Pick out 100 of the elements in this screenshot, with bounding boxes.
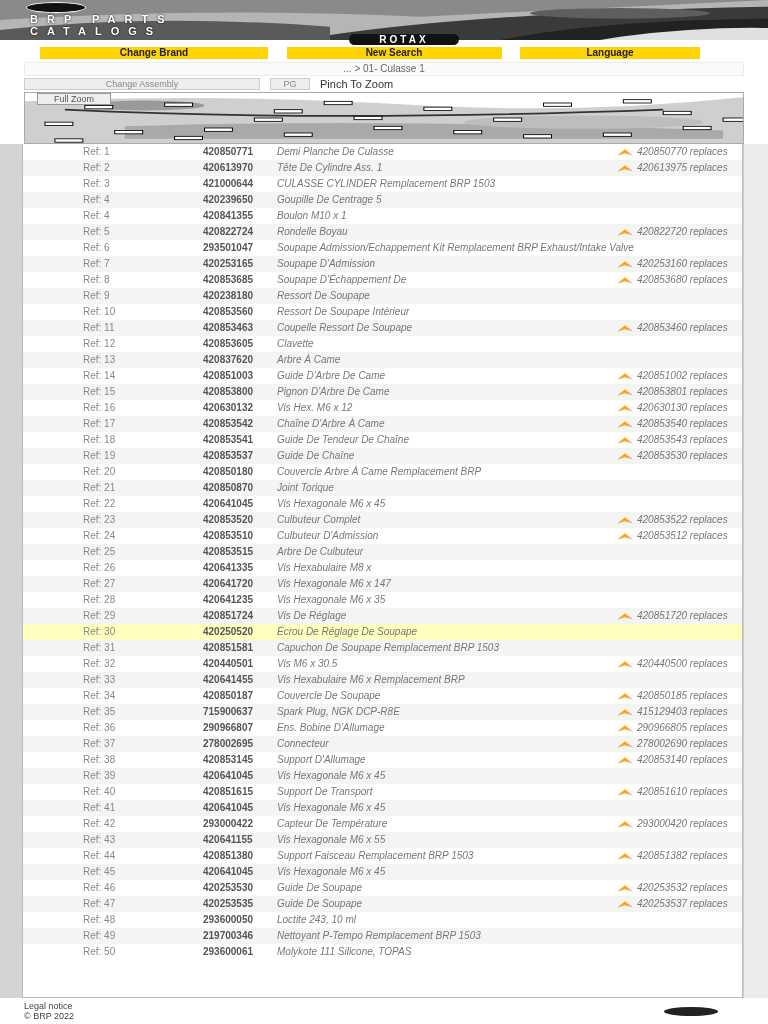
part-row[interactable]: Ref: 49 219700346 Nettoyant P-Tempo Remplacement BRP 1503 <box>23 928 742 944</box>
arrow-icon <box>617 788 633 796</box>
part-row[interactable]: Ref: 37 278002695 Connecteur 278002690 replaces <box>23 736 742 752</box>
part-description: Pignon D'Arbre De Came <box>277 386 391 398</box>
arrow-icon <box>617 884 633 892</box>
part-description: Ressort De Soupape Intérieur <box>277 306 411 318</box>
part-number: 420250520 <box>203 626 255 638</box>
part-row[interactable]: Ref: 41 420641045 Vis Hexagonale M6 x 45 <box>23 800 742 816</box>
ref-number: Ref: 2 <box>83 162 111 174</box>
ref-number: Ref: 15 <box>83 386 117 398</box>
part-number: 420253535 <box>203 898 255 910</box>
part-number: 420853145 <box>203 754 255 766</box>
part-row[interactable]: Ref: 33 420641455 Vis Hexabulaire M6 x Remplacement BRP <box>23 672 742 688</box>
part-row[interactable]: Ref: 15 420853800 Pignon D'Arbre De Came 420853801 replaces <box>23 384 742 400</box>
logo-icon <box>26 2 86 13</box>
part-number: 420853605 <box>203 338 255 350</box>
part-row[interactable]: Ref: 5 420822724 Rondelle Boyau 420822720 replaces <box>23 224 742 240</box>
part-description: Vis Hexabulaire M6 x Remplacement BRP <box>277 674 466 686</box>
part-description: Culbuteur D'Admission <box>277 530 380 542</box>
ref-number: Ref: 10 <box>83 306 117 318</box>
replaces-text: 420853543 replaces <box>637 434 728 446</box>
full-zoom-button[interactable]: Full Zoom <box>37 93 111 105</box>
replaces-text: 290966805 replaces <box>637 722 728 734</box>
part-number: 420239650 <box>203 194 255 206</box>
replaces-text: 420851610 replaces <box>637 786 728 798</box>
ref-number: Ref: 34 <box>83 690 117 702</box>
part-row[interactable]: Ref: 13 420837620 Arbre À Came <box>23 352 742 368</box>
part-description: Support Faisceau Remplacement BRP 1503 <box>277 850 475 862</box>
part-description: Vis Hexagonale M6 x 45 <box>277 498 387 510</box>
part-description: Couvercle De Soupape <box>277 690 382 702</box>
part-row[interactable]: Ref: 45 420641045 Vis Hexagonale M6 x 45 <box>23 864 742 880</box>
part-row[interactable]: Ref: 29 420851724 Vis De Réglage 420851720 replaces <box>23 608 742 624</box>
arrow-icon <box>617 452 633 460</box>
part-row[interactable]: Ref: 27 420641720 Vis Hexagonale M6 x 147 <box>23 576 742 592</box>
site-title: BRP PARTS <box>30 13 174 25</box>
part-description: Nettoyant P-Tempo Remplacement BRP 1503 <box>277 930 482 942</box>
brand-logo: ROTAX <box>349 34 459 45</box>
part-row[interactable]: Ref: 39 420641045 Vis Hexagonale M6 x 45 <box>23 768 742 784</box>
replaces-text: 420253537 replaces <box>637 898 728 910</box>
ref-number: Ref: 1 <box>83 146 111 158</box>
scrollbar[interactable] <box>743 144 768 998</box>
replaces-text: 420850185 replaces <box>637 690 728 702</box>
ref-number: Ref: 36 <box>83 722 117 734</box>
part-number: 420853537 <box>203 450 255 462</box>
part-row[interactable]: Ref: 21 420850870 Joint Torique <box>23 480 742 496</box>
part-row[interactable]: Ref: 7 420253165 Soupape D'Admission 420253160 replaces <box>23 256 742 272</box>
part-row[interactable]: Ref: 19 420853537 Guide De Chaîne 420853530 replaces <box>23 448 742 464</box>
nav-button[interactable]: Change Brand <box>40 47 268 59</box>
breadcrumb[interactable]: ... > 01- Culasse 1 <box>24 62 744 76</box>
ref-number: Ref: 27 <box>83 578 117 590</box>
part-number: 420851581 <box>203 642 255 654</box>
ref-number: Ref: 40 <box>83 786 117 798</box>
part-row[interactable]: Ref: 17 420853542 Chaîne D'Arbre À Came 420853540 replaces <box>23 416 742 432</box>
part-row[interactable]: Ref: 9 420238180 Ressort De Soupape <box>23 288 742 304</box>
arrow-icon <box>617 852 633 860</box>
ref-number: Ref: 28 <box>83 594 117 606</box>
part-number: 420853685 <box>203 274 255 286</box>
part-row[interactable]: Ref: 11 420853463 Coupelle Ressort De Soupape 420853460 replaces <box>23 320 742 336</box>
ref-number: Ref: 17 <box>83 418 117 430</box>
part-row[interactable]: Ref: 25 420853515 Arbre De Culbuteur <box>23 544 742 560</box>
part-description: Ens. Bobine D'Allumage <box>277 722 386 734</box>
part-description: Spark Plug, NGK DCP-R8E <box>277 706 401 718</box>
part-description: Ressort De Soupape <box>277 290 371 302</box>
part-number: 420853800 <box>203 386 255 398</box>
replaces-text: 420850770 replaces <box>637 146 728 158</box>
nav-button[interactable]: New Search <box>286 47 502 59</box>
arrow-icon <box>617 724 633 732</box>
part-number: 420641335 <box>203 562 255 574</box>
ref-number: Ref: 12 <box>83 338 117 350</box>
replaces-text: 420853140 replaces <box>637 754 728 766</box>
arrow-icon <box>617 260 633 268</box>
part-number: 420630132 <box>203 402 255 414</box>
part-description: Vis De Réglage <box>277 610 348 622</box>
part-description: Support De Transport <box>277 786 374 798</box>
ref-number: Ref: 25 <box>83 546 117 558</box>
part-row[interactable]: Ref: 47 420253535 Guide De Soupape 420253537 replaces <box>23 896 742 912</box>
part-row[interactable]: Ref: 35 715900637 Spark Plug, NGK DCP-R8E 415129403 replaces <box>23 704 742 720</box>
ref-number: Ref: 16 <box>83 402 117 414</box>
part-number: 290966807 <box>203 722 255 734</box>
nav-button[interactable]: Language <box>520 47 700 59</box>
arrow-icon <box>617 388 633 396</box>
ref-number: Ref: 49 <box>83 930 117 942</box>
ref-number: Ref: 4 <box>83 194 111 206</box>
part-row[interactable]: Ref: 31 420851581 Capuchon De Soupape Remplacement BRP 1503 <box>23 640 742 656</box>
replaces-text: 420630130 replaces <box>637 402 728 414</box>
part-number: 278002695 <box>203 738 255 750</box>
part-row[interactable]: Ref: 4 420239650 Goupille De Centrage 5 <box>23 192 742 208</box>
part-description: Connecteur <box>277 738 330 750</box>
ref-number: Ref: 38 <box>83 754 117 766</box>
part-row[interactable]: Ref: 2 420613970 Tête De Cylindre Ass. 1 420613975 replaces <box>23 160 742 176</box>
ref-number: Ref: 30 <box>83 626 117 638</box>
part-row[interactable]: Ref: 43 420641155 Vis Hexagonale M6 x 55 <box>23 832 742 848</box>
part-number: 420851615 <box>203 786 255 798</box>
part-number: 420851003 <box>203 370 255 382</box>
part-row[interactable]: Ref: 23 420853520 Culbuteur Complet 420853522 replaces <box>23 512 742 528</box>
arrow-icon <box>617 404 633 412</box>
part-description: Loctite 243, 10 ml <box>277 914 357 926</box>
replaces-text: 420253160 replaces <box>637 258 728 270</box>
part-row[interactable]: Ref: 30 420250520 Écrou De Réglage De Soupape <box>23 624 742 640</box>
part-number: 420641455 <box>203 674 255 686</box>
